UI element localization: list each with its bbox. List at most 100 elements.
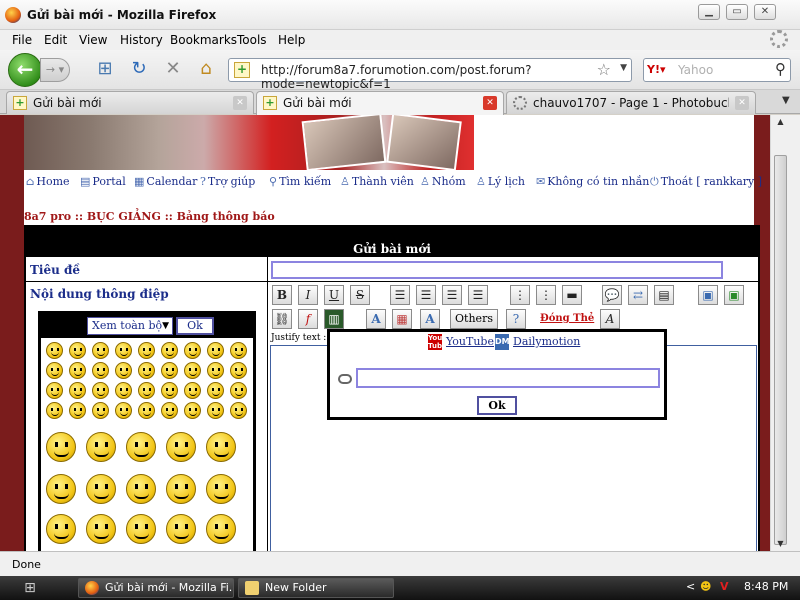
smiley-icon[interactable] (138, 382, 155, 399)
scrollbar-thumb[interactable] (774, 155, 787, 545)
menu-bookmarks[interactable]: Bookmarks (170, 33, 237, 47)
font-size-button[interactable]: A (420, 309, 440, 329)
smiley-icon[interactable] (230, 402, 247, 419)
smiley-icon[interactable] (184, 342, 201, 359)
scroll-up-icon[interactable]: ▲ (774, 115, 787, 129)
smiley-icon[interactable] (207, 402, 224, 419)
close-tags-link[interactable]: Đóng Thẻ (540, 313, 594, 324)
image-button[interactable]: ▣ (724, 285, 744, 305)
smiley-icon[interactable] (46, 474, 76, 504)
home-icon[interactable]: ⌂ (195, 58, 217, 80)
bookmark-star-icon[interactable]: ☆ (597, 60, 611, 79)
minimize-button[interactable]: ▁ (698, 4, 720, 20)
menu-file[interactable]: File (12, 33, 32, 47)
smiley-icon[interactable] (115, 342, 132, 359)
nav-help[interactable]: ? Trợ giúp (200, 175, 255, 188)
smiley-icon[interactable] (161, 402, 178, 419)
smiley-icon[interactable] (230, 362, 247, 379)
tab-gui-bai-moi-1[interactable]: + Gửi bài mới ✕ (6, 91, 254, 114)
remove-format-button[interactable]: A (600, 309, 620, 329)
menu-history[interactable]: History (120, 33, 163, 47)
bold-button[interactable]: B (272, 285, 292, 305)
smiley-icon[interactable] (138, 402, 155, 419)
smilies-select[interactable]: Xem toàn bộ ▼ (87, 317, 173, 335)
underline-button[interactable]: U (324, 285, 344, 305)
yahoo-engine-icon[interactable]: Y!▾ (647, 62, 669, 78)
smiley-icon[interactable] (115, 382, 132, 399)
tray-chevron-icon[interactable]: < (686, 580, 695, 593)
menu-view[interactable]: View (79, 33, 107, 47)
link-button[interactable]: ⛓ (272, 309, 292, 329)
smiley-icon[interactable] (206, 432, 236, 462)
nav-calendar[interactable]: ▦ Calendar (134, 175, 197, 188)
tab-close-icon[interactable]: ✕ (735, 96, 749, 110)
smiley-icon[interactable] (115, 402, 132, 419)
youtube-link[interactable]: YouTube (446, 335, 494, 348)
close-window-button[interactable]: ✕ (754, 4, 776, 20)
smiley-icon[interactable] (46, 514, 76, 544)
italic-button[interactable]: I (298, 285, 318, 305)
start-button[interactable]: ⊞ (10, 577, 50, 599)
video-button[interactable]: ▥ (324, 309, 344, 329)
smiley-icon[interactable] (92, 362, 109, 379)
table-button[interactable]: ▤ (654, 285, 674, 305)
smiley-icon[interactable] (166, 432, 196, 462)
video-ok-button[interactable]: Ok (477, 396, 517, 415)
smiley-icon[interactable] (126, 514, 156, 544)
tab-gui-bai-moi-2[interactable]: + Gửi bài mới ✕ (256, 91, 504, 115)
smiley-icon[interactable] (207, 362, 224, 379)
tab-close-icon[interactable]: ✕ (233, 96, 247, 110)
menu-help[interactable]: Help (278, 33, 305, 47)
site-identity-icon[interactable]: + (234, 62, 250, 78)
align-left-button[interactable]: ☰ (390, 285, 410, 305)
align-center-button[interactable]: ☰ (416, 285, 436, 305)
smiley-icon[interactable] (92, 382, 109, 399)
help-button[interactable]: ? (506, 309, 526, 329)
bulleted-list-button[interactable]: ⋮ (510, 285, 530, 305)
code-button[interactable]: ⇄ (628, 285, 648, 305)
menu-edit[interactable]: Edit (44, 33, 67, 47)
smiley-icon[interactable] (46, 382, 63, 399)
font-style-button[interactable]: A (366, 309, 386, 329)
tab-close-icon[interactable]: ✕ (483, 96, 497, 110)
smiley-icon[interactable] (69, 382, 86, 399)
nav-search[interactable]: ⚲ Tìm kiếm (269, 175, 331, 188)
back-button[interactable]: ← (8, 53, 42, 87)
smiley-icon[interactable] (184, 402, 201, 419)
taskbar-firefox[interactable]: Gửi bài mới - Mozilla Fi... (78, 578, 234, 598)
smiley-icon[interactable] (46, 432, 76, 462)
smiley-icon[interactable] (207, 382, 224, 399)
tray-v-icon[interactable]: V (720, 580, 729, 593)
forward-button[interactable]: → ▾ (40, 58, 70, 82)
justify-button[interactable]: ☰ (468, 285, 488, 305)
smiley-icon[interactable] (126, 474, 156, 504)
smiley-icon[interactable] (230, 342, 247, 359)
nav-home[interactable]: ⌂ Home (26, 175, 70, 188)
smiley-icon[interactable] (69, 362, 86, 379)
video-url-input[interactable] (356, 368, 660, 388)
new-tab-icon[interactable]: ⊞ (94, 58, 116, 80)
nav-logout[interactable]: ⏻ Thoát [ rankkary ] (650, 175, 762, 189)
subject-input[interactable] (271, 261, 723, 279)
tab-list-icon[interactable]: ▼ (782, 95, 790, 106)
smiley-icon[interactable] (126, 432, 156, 462)
smiley-icon[interactable] (161, 362, 178, 379)
nav-groups[interactable]: ♙ Nhóm (420, 175, 466, 188)
search-bar[interactable]: Y!▾ Yahoo ⚲ (643, 58, 791, 82)
tab-photobucket[interactable]: chauvo1707 - Page 1 - Photobucket - V...… (506, 91, 756, 114)
numbered-list-button[interactable]: ⋮ (536, 285, 556, 305)
others-button[interactable]: Others (450, 309, 498, 329)
scroll-down-icon[interactable]: ▼ (774, 537, 787, 551)
smiley-icon[interactable] (138, 362, 155, 379)
address-bar[interactable]: + http://forum8a7.forumotion.com/post.fo… (228, 58, 632, 91)
smiley-icon[interactable] (46, 362, 63, 379)
smiley-icon[interactable] (69, 342, 86, 359)
color-picker-button[interactable]: ▦ (392, 309, 412, 329)
smiley-icon[interactable] (207, 342, 224, 359)
smiley-icon[interactable] (92, 402, 109, 419)
align-right-button[interactable]: ☰ (442, 285, 462, 305)
smiley-icon[interactable] (69, 402, 86, 419)
smiley-icon[interactable] (184, 382, 201, 399)
horizontal-rule-button[interactable]: ▬ (562, 285, 582, 305)
quote-button[interactable]: 💬 (602, 285, 622, 305)
